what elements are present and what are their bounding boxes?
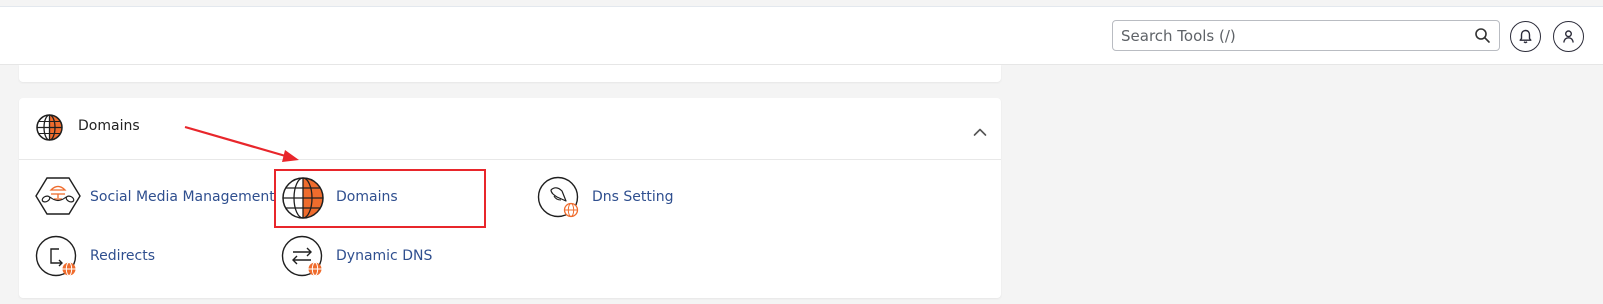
user-menu-button[interactable]: [1553, 21, 1584, 52]
tool-label[interactable]: Redirects: [90, 248, 155, 264]
dynamic-dns-icon: [281, 235, 327, 285]
notifications-button[interactable]: [1510, 21, 1541, 52]
social-media-icon: [35, 176, 81, 220]
highlight-box: [274, 169, 486, 228]
tool-redirects[interactable]: Redirects: [35, 235, 215, 279]
search-input[interactable]: [1121, 25, 1461, 46]
dns-setting-icon: [537, 176, 583, 226]
tool-dns-setting[interactable]: Dns Setting: [537, 176, 697, 220]
search-icon[interactable]: [1474, 27, 1491, 44]
tool-label[interactable]: Dns Setting: [592, 189, 674, 205]
chevron-up-icon[interactable]: [973, 122, 987, 141]
section-title: Domains: [78, 118, 140, 134]
search-box[interactable]: [1112, 20, 1500, 51]
previous-section-card: [19, 65, 1001, 82]
bell-icon: [1519, 29, 1532, 44]
tool-dynamic-dns[interactable]: Dynamic DNS: [281, 235, 461, 279]
section-header[interactable]: Domains: [19, 98, 1001, 160]
globe-icon: [35, 113, 64, 146]
tool-label[interactable]: Dynamic DNS: [336, 248, 432, 264]
user-icon: [1563, 30, 1574, 43]
redirects-icon: [35, 235, 81, 285]
tool-label[interactable]: Social Media Management: [90, 189, 275, 205]
tool-social-media-management[interactable]: Social Media Management: [35, 176, 275, 220]
top-bar: [0, 6, 1603, 65]
